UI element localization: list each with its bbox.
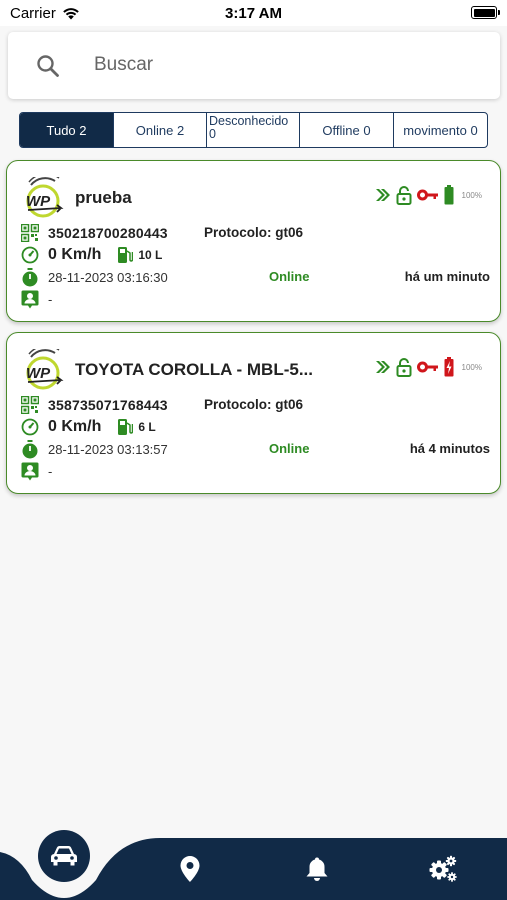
status-time: 3:17 AM (225, 5, 282, 22)
tab-all[interactable]: Tudo 2 (20, 113, 114, 147)
nav-map-button[interactable] (172, 852, 208, 886)
time-row: 28-11-2023 03:16:30 (20, 267, 168, 287)
vehicle-card[interactable]: WP prueba 100% 350218700280443 Protocolo… (6, 160, 501, 322)
fuel-indicator: 10 L (115, 245, 162, 265)
speed-value: 0 Km/h (48, 418, 102, 435)
search-bar[interactable] (8, 32, 500, 99)
unlock-icon (396, 358, 412, 377)
vehicle-status-icons: 100% (375, 357, 482, 377)
driver-icon (20, 461, 40, 481)
vehicle-header: WP prueba (21, 175, 132, 221)
vehicle-status-icons: 100% (375, 185, 482, 205)
qr-code-icon (20, 223, 40, 243)
nav-vehicles-button[interactable] (38, 830, 90, 882)
tab-unknown[interactable]: Desconhecido 0 (207, 113, 300, 147)
battery-percent: 100% (461, 190, 482, 200)
fuel-pump-icon (115, 245, 135, 265)
last-update-time: 28-11-2023 03:16:30 (48, 269, 168, 285)
car-icon (51, 846, 77, 866)
unlock-icon (396, 186, 412, 205)
tab-online[interactable]: Online 2 (114, 113, 207, 147)
driver-name: - (48, 463, 53, 479)
battery-full-icon (444, 185, 454, 205)
vehicle-logo: WP (26, 349, 64, 390)
svg-text:WP: WP (26, 193, 51, 210)
fuel-value: 10 L (138, 248, 163, 262)
chevron-right-double-icon (375, 361, 390, 373)
vehicle-card[interactable]: WP TOYOTA COROLLA - MBL-5... 100% 358735… (6, 332, 501, 494)
fuel-indicator: 6 L (115, 417, 156, 437)
nav-notifications-button[interactable] (299, 852, 335, 886)
chevron-right-double-icon (375, 189, 390, 201)
vehicle-name: TOYOTA COROLLA - MBL-5... (75, 360, 313, 379)
settings-icon (429, 855, 457, 882)
battery-percent: 100% (461, 362, 482, 372)
tab-offline[interactable]: Offline 0 (300, 113, 394, 147)
imei-value: 350218700280443 (48, 225, 168, 241)
stopwatch-icon (20, 267, 40, 287)
bottom-nav (0, 830, 507, 900)
speedometer-icon (20, 417, 40, 437)
imei-row: 350218700280443 (20, 223, 168, 243)
driver-icon (20, 289, 40, 309)
key-icon (416, 361, 438, 373)
protocol-label: Protocolo: gt06 (204, 225, 304, 240)
connection-status: Online (269, 441, 310, 456)
driver-name: - (48, 291, 53, 307)
speed-value: 0 Km/h (48, 246, 102, 263)
stopwatch-icon (20, 439, 40, 459)
vehicle-logo: WP (26, 177, 64, 218)
imei-value: 358735071768443 (48, 397, 168, 413)
vehicle-name: prueba (75, 188, 132, 207)
fuel-value: 6 L (138, 420, 156, 434)
speedometer-icon (20, 245, 40, 265)
protocol-label: Protocolo: gt06 (204, 397, 304, 412)
speed-row: 0 Km/h 6 L (20, 417, 156, 437)
connection-status: Online (269, 269, 310, 284)
time-ago: há 4 minutos (409, 441, 490, 456)
nav-settings-button[interactable] (425, 852, 461, 886)
time-ago: há um minuto (404, 269, 490, 284)
driver-row: - (20, 289, 52, 309)
imei-row: 358735071768443 (20, 395, 168, 415)
battery-charging-icon (444, 357, 454, 377)
driver-row: - (20, 461, 52, 481)
tab-moving[interactable]: movimento 0 (394, 113, 487, 147)
key-icon (416, 189, 438, 201)
filter-tabs: Tudo 2 Online 2 Desconhecido 0 Offline 0… (19, 112, 488, 148)
vehicle-header: WP TOYOTA COROLLA - MBL-5... (21, 347, 313, 393)
search-input[interactable] (94, 50, 474, 80)
status-bar: Carrier 3:17 AM (0, 0, 507, 26)
time-row: 28-11-2023 03:13:57 (20, 439, 168, 459)
fuel-pump-icon (115, 417, 135, 437)
last-update-time: 28-11-2023 03:13:57 (48, 441, 168, 457)
battery-icon (471, 6, 500, 19)
speed-row: 0 Km/h 10 L (20, 245, 162, 265)
search-icon (37, 55, 59, 77)
bell-icon (306, 857, 328, 881)
svg-text:WP: WP (26, 365, 51, 382)
qr-code-icon (20, 395, 40, 415)
map-pin-icon (180, 856, 200, 882)
